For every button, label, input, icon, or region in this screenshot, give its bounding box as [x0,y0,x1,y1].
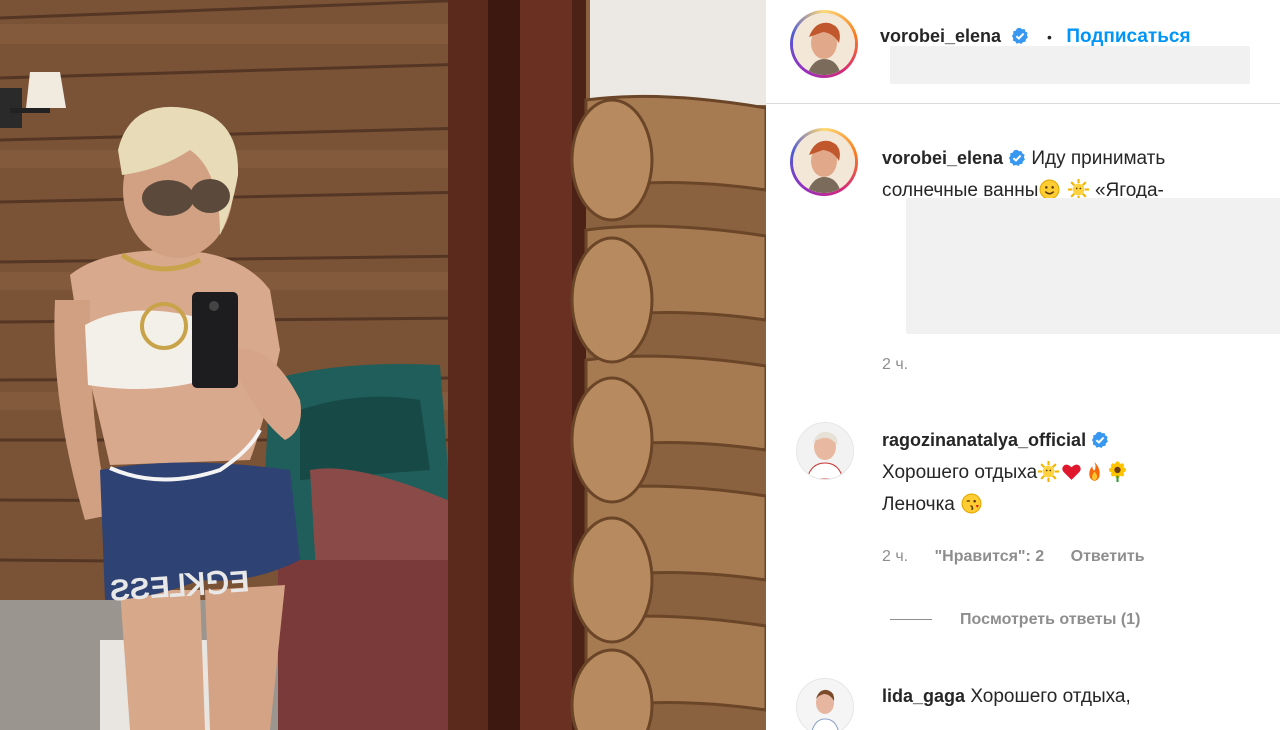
blurred-caption-text [906,198,1280,334]
commenter-username[interactable]: lida_gaga [882,686,965,706]
commenter-avatar-image [797,423,853,479]
follow-button[interactable]: Подписаться [1066,26,1190,47]
view-replies-button[interactable]: Посмотреть ответы (1) [890,611,1140,629]
post-header: vorobei_elena • Подписаться [790,10,1270,90]
verified-badge-icon [1091,431,1108,448]
header-row: vorobei_elena • Подписаться [880,26,1191,48]
caption-line1: Иду принимать [1031,148,1166,169]
header-divider [766,103,1280,104]
commenter-avatar[interactable] [796,422,854,480]
verified-badge-icon [1011,27,1028,44]
caption-time[interactable]: 2 ч. [882,356,908,374]
verified-badge-icon [1008,149,1025,166]
comment-time[interactable]: 2 ч. [882,548,908,565]
comment-text-a: Хорошего отдыха [882,462,1038,483]
smile-emoji-icon [1039,179,1060,200]
comment-text: ragozinanatalya_official Хорошего отдыха… [882,424,1242,521]
post-sidebar: vorobei_elena • Подписаться vorobei_elen… [766,0,1280,730]
comment-likes[interactable]: "Нравится": 2 [935,548,1045,565]
commenter-avatar-image [797,679,853,730]
author-username[interactable]: vorobei_elena [880,26,1001,46]
sun-emoji-icon [1067,179,1089,200]
post-photo[interactable]: ƧƧƎ⅃ꓘ⅁Ǝ [0,0,766,730]
commenter-avatar[interactable] [796,678,854,730]
sun-emoji-icon [1038,461,1060,482]
separator-dot: • [1046,29,1052,45]
comment-meta: 2 ч. "Нравится": 2 Ответить [882,548,1167,566]
commenter-username[interactable]: ragozinanatalya_official [882,430,1086,450]
wink-kiss-emoji-icon [961,493,982,514]
comment-text-a: Хорошего отдыха, [970,686,1131,707]
caption-username[interactable]: vorobei_elena [882,148,1003,168]
comment-text: lida_gaga Хорошего отдыха, [882,680,1262,713]
caption-avatar-image [793,131,855,193]
post-photo-image: ƧƧƎ⅃ꓘ⅁Ǝ [0,0,766,730]
heart-emoji-icon [1062,464,1081,480]
fire-emoji-icon [1089,462,1100,481]
reply-button[interactable]: Ответить [1071,548,1145,565]
caption-author-avatar[interactable] [790,128,858,196]
sunflower-emoji-icon [1109,461,1127,482]
author-avatar-image [793,13,855,75]
replies-line [890,619,932,621]
blurred-location [890,46,1250,84]
view-replies-label: Посмотреть ответы (1) [960,611,1141,628]
comment-text-b: Леночка [882,494,955,515]
author-avatar[interactable] [790,10,858,78]
